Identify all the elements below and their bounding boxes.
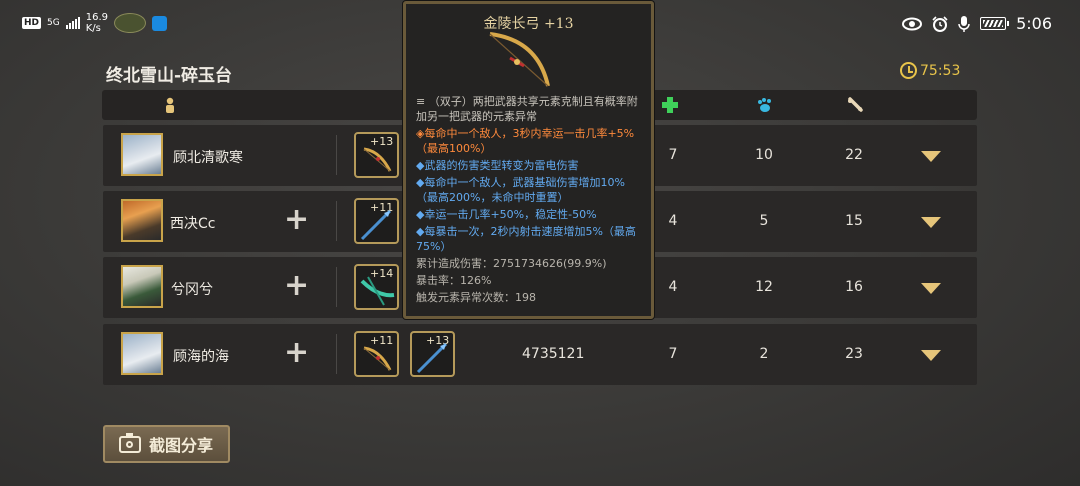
- heal-icon: [662, 97, 678, 113]
- spear-icon: [360, 209, 392, 241]
- battery-icon: [980, 17, 1010, 30]
- effect-line: ◆每命中一个敌人，武器基础伤害增加10%（最高200%，未命中时重置）: [416, 176, 625, 204]
- page-title: 终北雪山-碎玉台: [106, 66, 233, 86]
- expand-arrow-icon[interactable]: [921, 217, 941, 228]
- hd-badge: HD: [22, 17, 42, 29]
- player-name: 西决Cc: [170, 216, 216, 232]
- divider: [336, 201, 337, 241]
- speed-unit: K/s: [85, 23, 101, 34]
- weapon-slot[interactable]: +14: [354, 264, 399, 310]
- status-left: HD 5G 16.9 K/s: [22, 12, 167, 34]
- player-icon: [166, 97, 174, 113]
- alarm-icon: [932, 15, 948, 32]
- bow-icon: [363, 147, 392, 172]
- heal-value: 4: [668, 279, 678, 295]
- paw-icon: [758, 98, 771, 112]
- add-button[interactable]: +: [284, 203, 309, 237]
- player-name: 兮冈兮: [171, 282, 213, 298]
- stage-timer: 75:53: [900, 62, 960, 79]
- bow-icon: [489, 32, 550, 87]
- bow-icon: [363, 346, 392, 371]
- clock-time: 5:06: [1016, 14, 1052, 33]
- avatar: [121, 265, 163, 308]
- heal-value: 4: [668, 213, 678, 229]
- stat-line: 暴击率：126%: [416, 274, 492, 287]
- add-button[interactable]: +: [284, 269, 309, 303]
- player-name: 顾北清歌寒: [173, 150, 243, 166]
- stat-line: 触发元素异常次数：198: [416, 291, 536, 304]
- divider: [336, 267, 337, 307]
- avatar: [121, 133, 163, 176]
- speed-value: 16.9: [85, 12, 108, 23]
- expand-arrow-icon[interactable]: [921, 283, 941, 294]
- clock-icon: [900, 62, 917, 79]
- weapon-slot[interactable]: +13: [410, 331, 455, 377]
- share-screenshot-button[interactable]: 截图分享: [103, 425, 230, 463]
- share-label: 截图分享: [149, 436, 214, 455]
- heal-value: 7: [668, 346, 678, 362]
- bone-value: 16: [845, 279, 863, 295]
- weapon-tooltip: 金陵长弓 +13 ≡ （双子）两把武器共享元素克制且有概率附加另一把武器的元素异…: [403, 1, 654, 319]
- bone-value: 22: [845, 147, 863, 163]
- game-notification-icon: [113, 13, 146, 33]
- divider: [336, 334, 337, 374]
- app-notification-icon: [151, 15, 167, 31]
- camera-icon: [119, 432, 141, 453]
- eye-icon: [902, 17, 923, 30]
- network-type: 5G: [47, 17, 60, 28]
- expand-arrow-icon[interactable]: [921, 151, 941, 162]
- stat-line: 累计造成伤害：2751734626(99.9%): [416, 257, 607, 270]
- damage-value: 4735121: [522, 346, 585, 362]
- player-name: 顾海的海: [173, 349, 229, 365]
- avatar: [121, 332, 163, 375]
- weapon-slot[interactable]: +11: [354, 198, 399, 244]
- effect-line: ◆幸运一击几率+50%，稳定性-50%: [416, 208, 597, 221]
- tooltip-body: ≡ （双子）两把武器共享元素克制且有概率附加另一把武器的元素异常 ◈每命中一个敌…: [416, 94, 644, 307]
- add-button[interactable]: +: [284, 336, 309, 370]
- effect-line: ◆每暴击一次，2秒内射击速度增加5%（最高75%）: [416, 225, 636, 253]
- avatar: [121, 199, 163, 242]
- bone-value: 15: [845, 213, 863, 229]
- paw-value: 10: [755, 147, 773, 163]
- bone-icon: [848, 97, 863, 112]
- status-right: 5:06: [902, 14, 1052, 33]
- spear-icon: [416, 342, 448, 374]
- divider: [336, 135, 337, 175]
- effect-line: ◈每命中一个敌人，3秒内幸运一击几率+5%（最高100%）: [416, 127, 635, 155]
- effect-line: ◆武器的伤害类型转变为雷电伤害: [416, 159, 579, 172]
- expand-arrow-icon[interactable]: [921, 350, 941, 361]
- weapon-slot[interactable]: +11: [354, 331, 399, 377]
- bone-value: 23: [845, 346, 863, 362]
- signal-icon: [65, 17, 80, 29]
- effect-line: ≡ （双子）两把武器共享元素克制且有概率附加另一把武器的元素异常: [416, 95, 638, 123]
- table-row[interactable]: 顾海的海 + +11 +13 4735121 7 2 23: [103, 324, 977, 385]
- paw-value: 5: [759, 213, 769, 229]
- network-speed: 16.9 K/s: [86, 12, 108, 34]
- crossbow-icon: [360, 276, 395, 306]
- heal-value: 7: [668, 147, 678, 163]
- paw-value: 2: [759, 346, 769, 362]
- weapon-slot[interactable]: +13: [354, 132, 399, 178]
- paw-value: 12: [755, 279, 773, 295]
- timer-value: 75:53: [920, 62, 961, 79]
- mic-icon: [958, 15, 970, 32]
